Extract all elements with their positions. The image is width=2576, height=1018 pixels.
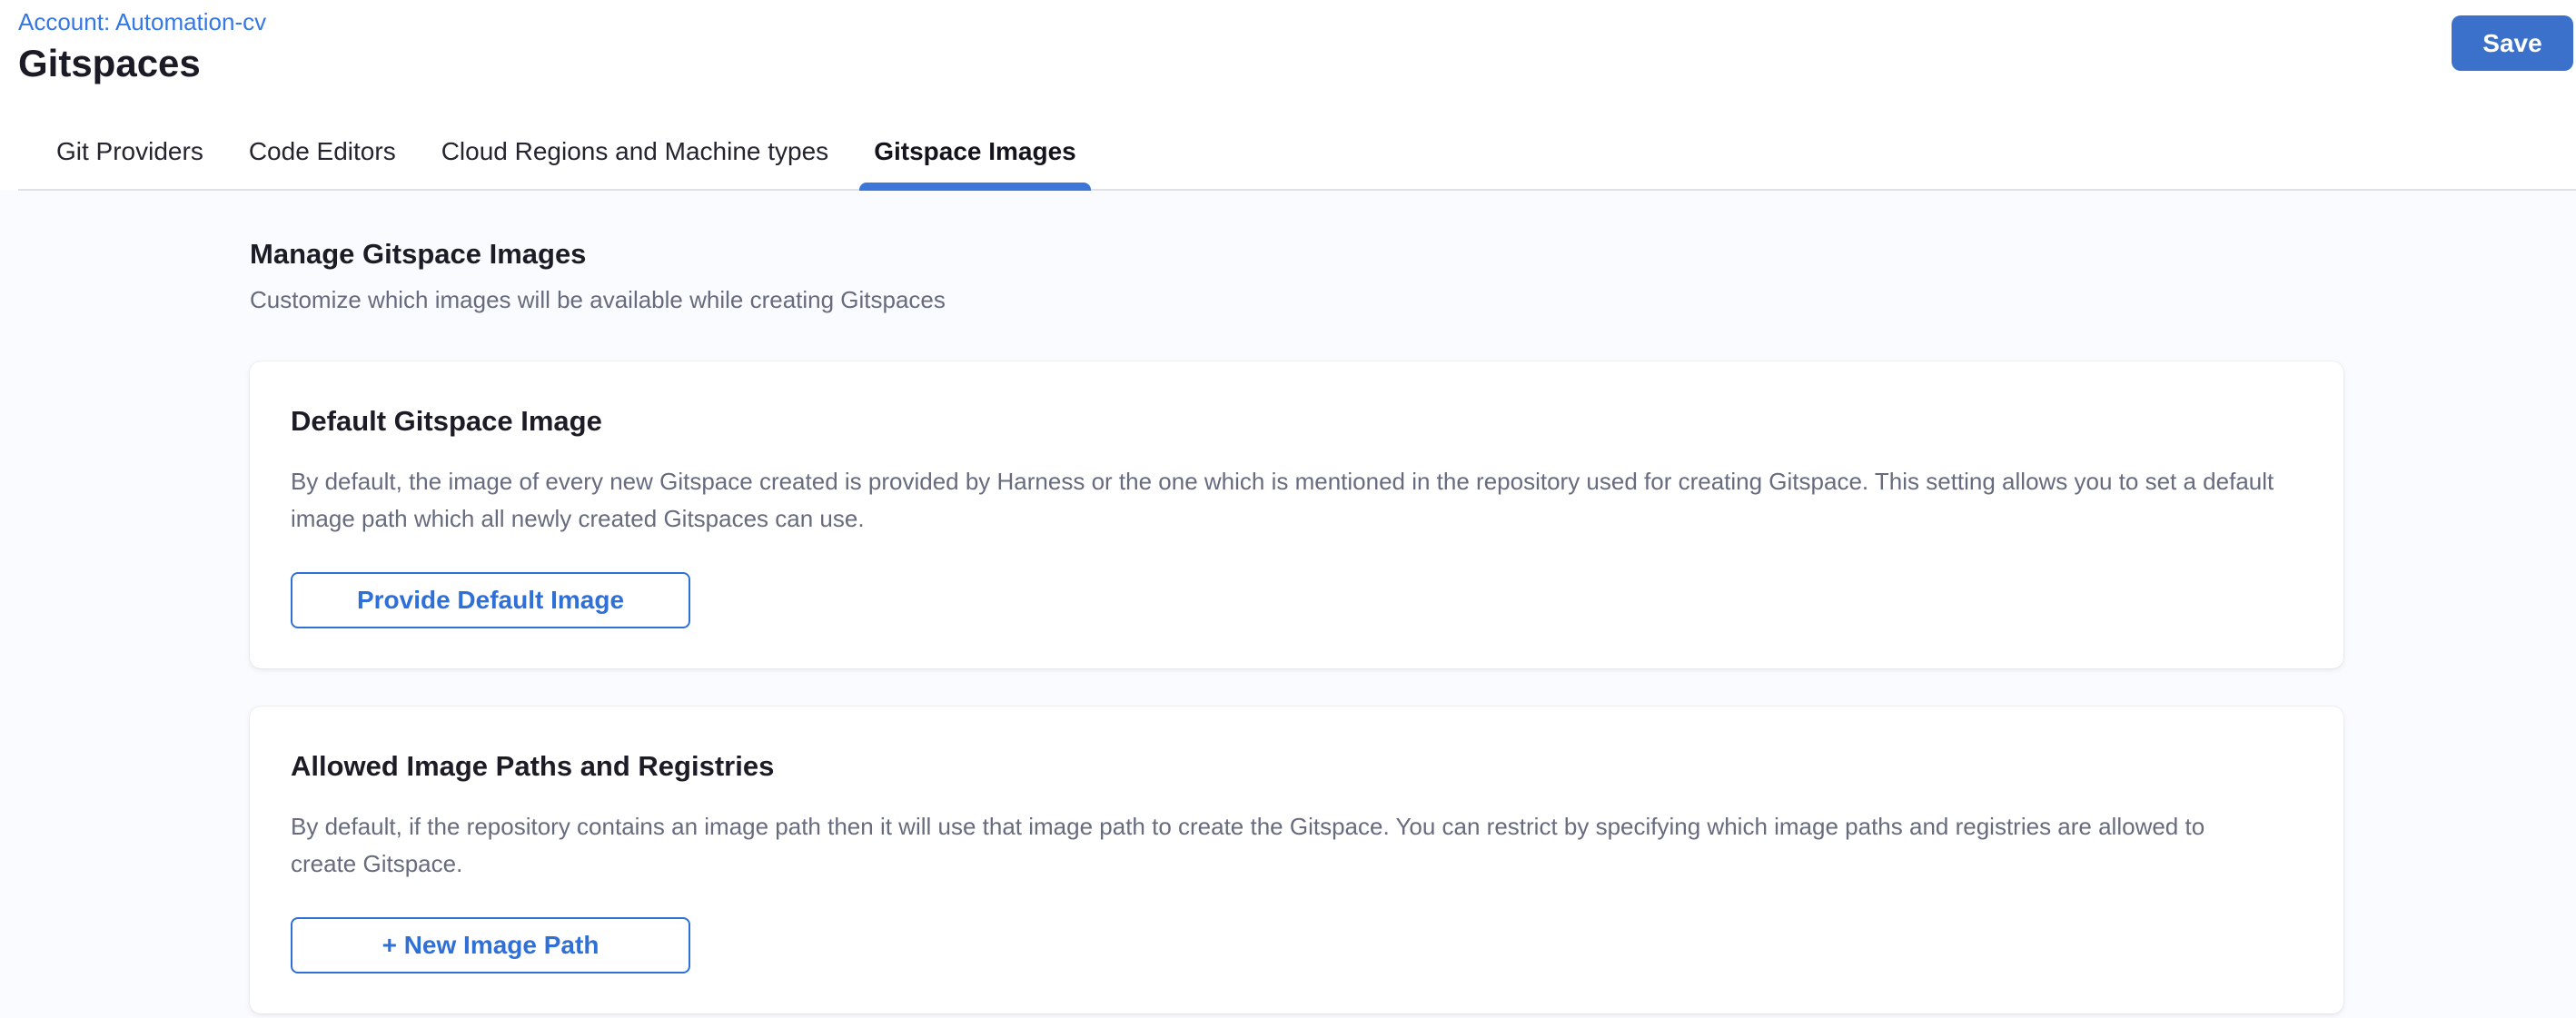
default-gitspace-image-card: Default Gitspace Image By default, the i…: [250, 361, 2343, 668]
page-header: Account: Automation-cv Gitspaces Save Gi…: [0, 0, 2576, 191]
page-title: Gitspaces: [18, 40, 2576, 87]
tab-git-providers[interactable]: Git Providers: [54, 136, 205, 189]
section-heading: Manage Gitspace Images: [250, 238, 2576, 271]
allowed-image-paths-card: Allowed Image Paths and Registries By de…: [250, 707, 2343, 1013]
section-subheading: Customize which images will be available…: [250, 285, 2576, 314]
settings-tabbar: Git Providers Code Editors Cloud Regions…: [18, 136, 2576, 191]
card-title-default-gitspace-image: Default Gitspace Image: [291, 405, 2303, 438]
provide-default-image-button[interactable]: Provide Default Image: [291, 572, 690, 628]
new-image-path-button[interactable]: + New Image Path: [291, 917, 690, 974]
save-button[interactable]: Save: [2452, 15, 2573, 71]
tab-cloud-regions-machine-types[interactable]: Cloud Regions and Machine types: [440, 136, 830, 189]
card-title-allowed-image-paths: Allowed Image Paths and Registries: [291, 750, 2303, 783]
tab-code-editors[interactable]: Code Editors: [247, 136, 398, 189]
tab-panel-gitspace-images: Manage Gitspace Images Customize which i…: [0, 191, 2576, 1018]
account-breadcrumb-link[interactable]: Account: Automation-cv: [18, 7, 266, 36]
card-description-default-gitspace-image: By default, the image of every new Gitsp…: [291, 463, 2275, 538]
card-description-allowed-image-paths: By default, if the repository contains a…: [291, 808, 2275, 883]
tab-gitspace-images[interactable]: Gitspace Images: [872, 136, 1078, 189]
